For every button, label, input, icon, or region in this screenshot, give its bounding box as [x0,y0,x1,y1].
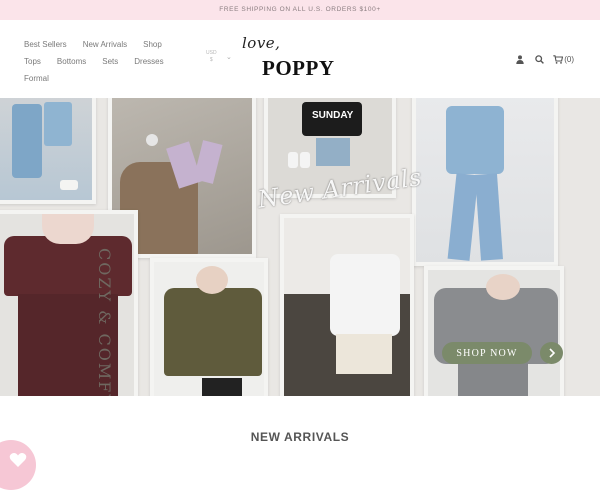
currency-selector[interactable]: USD $ ⌄ [206,50,232,64]
hero-photo-blue-top-closet [0,98,96,204]
cart-count: (0) [564,54,574,64]
hero-photo-white-top [280,214,414,396]
shop-now-button[interactable]: SHOP NOW [442,342,532,364]
search-icon[interactable] [534,54,544,64]
new-arrivals-heading: NEW ARRIVALS [250,430,350,444]
site-logo[interactable]: love, POPPY [236,34,356,84]
sunday-sweatshirt-text: SUNDAY [312,110,354,121]
heart-icon [9,453,27,467]
cozy-comfy-text: COZY & COMFY [95,248,114,396]
nav-shop[interactable]: Shop [143,40,162,49]
cart-button[interactable]: (0) [553,55,574,64]
main-nav: Best Sellers New Arrivals Shop Tops Bott… [24,36,204,87]
announcement-bar: FREE SHIPPING ON ALL U.S. ORDERS $100+ [0,0,600,20]
hero-photo-burgundy-dress [0,210,138,396]
cart-icon [553,54,564,64]
wishlist-tab[interactable] [0,440,36,490]
header-icons: (0) [515,54,574,64]
nav-new-arrivals[interactable]: New Arrivals [83,40,127,49]
logo-love: love, [242,34,281,52]
chevron-down-icon: ⌄ [226,54,232,61]
nav-best-sellers[interactable]: Best Sellers [24,40,67,49]
currency-value: $ [209,57,213,63]
account-icon[interactable] [515,54,525,64]
currency-label: USD [206,50,217,56]
hero-photo-olive-sweater [150,258,268,396]
logo-brand: POPPY [262,56,335,80]
chevron-right-icon [548,348,555,358]
nav-dresses[interactable]: Dresses [134,57,163,66]
announcement-text: FREE SHIPPING ON ALL U.S. ORDERS $100+ [219,6,381,13]
hero-photo-blue-set [412,98,558,266]
site-header: Best Sellers New Arrivals Shop Tops Bott… [0,20,600,98]
nav-tops[interactable]: Tops [24,57,41,66]
hero-banner[interactable]: SUNDAY COZY & COMFY New Arrivals SHOP NO… [0,98,600,396]
next-slide-button[interactable] [540,342,563,364]
nav-bottoms[interactable]: Bottoms [57,57,86,66]
nav-sets[interactable]: Sets [102,57,118,66]
nav-formal[interactable]: Formal [24,74,49,83]
hero-photo-grey-knit [424,266,564,396]
